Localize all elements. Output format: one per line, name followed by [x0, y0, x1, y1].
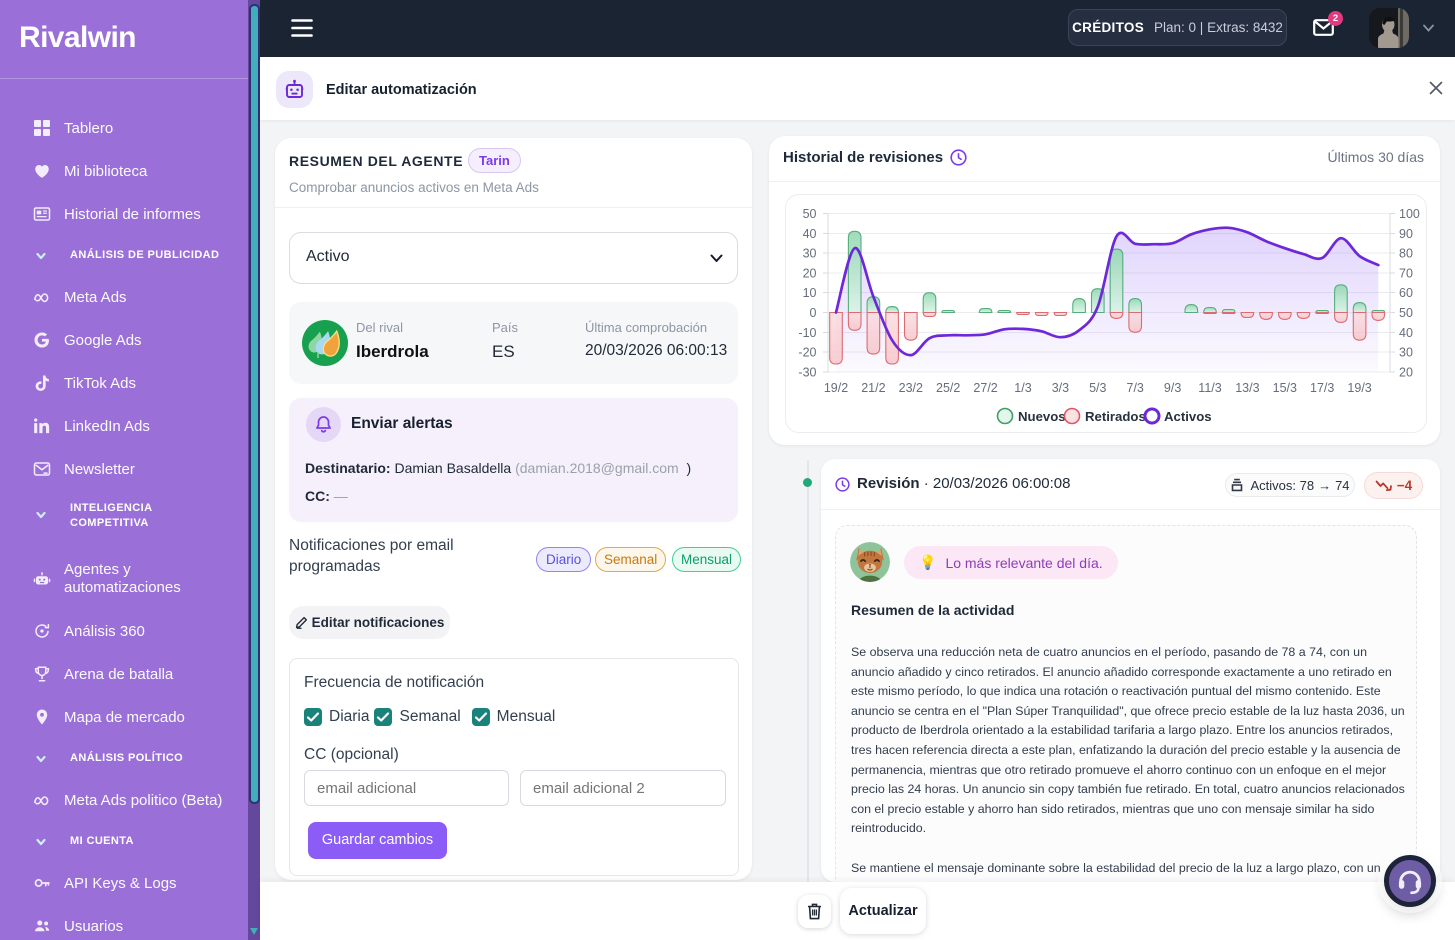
svg-text:21/2: 21/2 — [861, 381, 885, 395]
svg-text:Nuevos: Nuevos — [1018, 409, 1066, 424]
svg-text:27/2: 27/2 — [973, 381, 997, 395]
svg-text:9/3: 9/3 — [1164, 381, 1181, 395]
svg-text:60: 60 — [1399, 286, 1413, 300]
svg-text:Activos: Activos — [1164, 409, 1212, 424]
svg-text:1/3: 1/3 — [1014, 381, 1031, 395]
svg-text:50: 50 — [803, 207, 817, 221]
svg-text:23/2: 23/2 — [899, 381, 923, 395]
svg-text:11/3: 11/3 — [1198, 381, 1221, 395]
svg-text:Retirados: Retirados — [1085, 409, 1146, 424]
svg-text:25/2: 25/2 — [936, 381, 960, 395]
svg-text:7/3: 7/3 — [1127, 381, 1144, 395]
svg-text:-10: -10 — [798, 326, 816, 340]
svg-text:20: 20 — [1399, 365, 1413, 379]
svg-text:30: 30 — [1399, 346, 1413, 360]
svg-text:10: 10 — [803, 286, 817, 300]
svg-text:40: 40 — [803, 227, 817, 241]
svg-text:3/3: 3/3 — [1052, 381, 1069, 395]
svg-text:80: 80 — [1399, 247, 1413, 261]
svg-text:100: 100 — [1399, 207, 1420, 221]
svg-text:30: 30 — [803, 247, 817, 261]
svg-text:70: 70 — [1399, 266, 1413, 280]
svg-text:5/3: 5/3 — [1089, 381, 1106, 395]
svg-text:0: 0 — [810, 306, 817, 320]
svg-text:19/3: 19/3 — [1347, 381, 1371, 395]
svg-text:-30: -30 — [798, 365, 816, 379]
svg-text:20: 20 — [803, 266, 817, 280]
svg-text:50: 50 — [1399, 306, 1413, 320]
svg-text:13/3: 13/3 — [1235, 381, 1259, 395]
svg-text:15/3: 15/3 — [1273, 381, 1297, 395]
svg-text:90: 90 — [1399, 227, 1413, 241]
svg-text:-20: -20 — [798, 346, 816, 360]
svg-text:40: 40 — [1399, 326, 1413, 340]
svg-text:17/3: 17/3 — [1310, 381, 1334, 395]
svg-text:19/2: 19/2 — [824, 381, 848, 395]
